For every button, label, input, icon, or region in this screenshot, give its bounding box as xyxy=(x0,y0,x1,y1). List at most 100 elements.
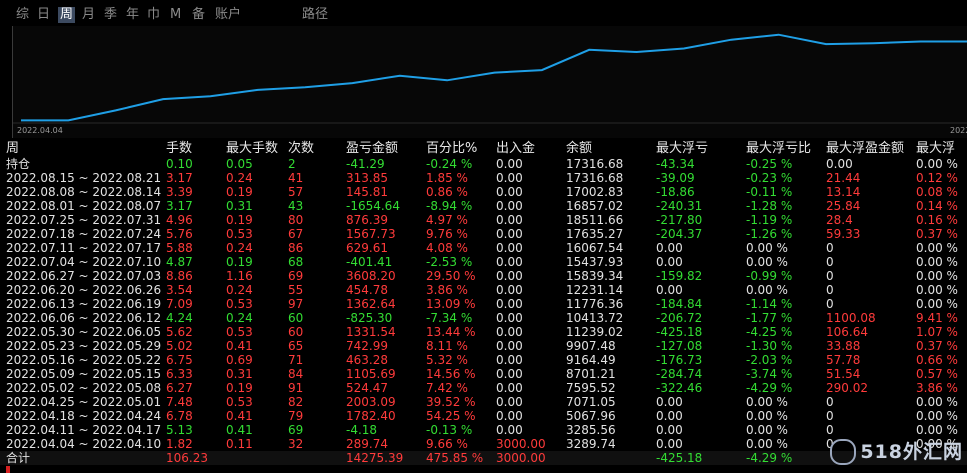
cell-maxfppct: 0.16 % xyxy=(916,213,958,227)
cell-maxddpct: 0.00 % xyxy=(746,437,788,451)
tab-2[interactable]: 周 xyxy=(58,7,76,23)
tab-0[interactable]: 综 xyxy=(16,7,29,23)
cell-pct: 0.86 % xyxy=(426,185,468,199)
cell-pnl: 524.47 xyxy=(346,381,388,395)
cell-maxfp: 0 xyxy=(826,409,834,423)
cell-flow: 0.00 xyxy=(496,185,523,199)
cell-maxlots: 0.41 xyxy=(226,409,253,423)
cell-maxfppct: 0.00 % xyxy=(916,157,958,171)
cell-pct: 29.50 % xyxy=(426,269,476,283)
cell-maxdd: -240.31 xyxy=(656,199,703,213)
cell-maxddpct: -1.30 % xyxy=(746,339,793,353)
cell-lots: 0.10 xyxy=(166,157,193,171)
column-header[interactable]: 最大浮亏 xyxy=(656,141,708,157)
cell-balance: 16857.02 xyxy=(566,199,624,213)
balance-chart: 2022.04.04 2022 xyxy=(12,26,967,138)
cell-maxfppct: 0.14 % xyxy=(916,199,958,213)
table-row[interactable]: 2022.08.15 ~ 2022.08.21 3.17 0.24 41 313.85 1… xyxy=(0,171,967,185)
table-row[interactable]: 2022.05.02 ~ 2022.05.08 6.27 0.19 91 524.47 7… xyxy=(0,381,967,395)
column-header[interactable]: 次数 xyxy=(288,141,314,157)
table-row[interactable]: 2022.08.01 ~ 2022.08.07 3.17 0.31 43 -1654.6… xyxy=(0,199,967,213)
table-row[interactable]: 2022.06.20 ~ 2022.06.26 3.54 0.24 55 454.78 3… xyxy=(0,283,967,297)
cell-maxfppct: 0.57 % xyxy=(916,367,958,381)
cell-balance: 11776.36 xyxy=(566,297,624,311)
tab-10[interactable]: 路径 xyxy=(302,7,328,23)
table-row[interactable]: 2022.07.11 ~ 2022.07.17 5.88 0.24 86 629.61 4… xyxy=(0,241,967,255)
column-header[interactable]: 最大浮 xyxy=(916,141,955,157)
table-row[interactable]: 2022.06.06 ~ 2022.06.12 4.24 0.24 60 -825.30… xyxy=(0,311,967,325)
table-row[interactable]: 2022.07.25 ~ 2022.07.31 4.96 0.19 80 876.39 4… xyxy=(0,213,967,227)
cell-pnl: 289.74 xyxy=(346,437,388,451)
cell-maxddpct: -3.74 % xyxy=(746,367,793,381)
column-header[interactable]: 盈亏金额 xyxy=(346,141,398,157)
cell-maxfp: 0 xyxy=(826,241,834,255)
table-row[interactable]: 2022.07.04 ~ 2022.07.10 4.87 0.19 68 -401.41… xyxy=(0,255,967,269)
cell-maxlots: 1.16 xyxy=(226,269,253,283)
cell-period: 2022.04.11 ~ 2022.04.17 xyxy=(6,423,162,437)
column-header[interactable]: 出入金 xyxy=(496,141,535,157)
tab-9[interactable]: 账户 xyxy=(215,7,241,23)
cell-pct: 8.11 % xyxy=(426,339,468,353)
table-row[interactable]: 2022.05.23 ~ 2022.05.29 5.02 0.41 65 742.99 8… xyxy=(0,339,967,353)
tab-8[interactable]: 备 xyxy=(192,7,205,23)
tab-3[interactable]: 月 xyxy=(82,7,95,23)
cell-maxfppct: 0.00 % xyxy=(916,283,958,297)
tab-4[interactable]: 季 xyxy=(104,7,117,23)
table-row[interactable]: 2022.04.18 ~ 2022.04.24 6.78 0.41 79 1782.40… xyxy=(0,409,967,423)
cell-flow: 0.00 xyxy=(496,199,523,213)
table-row[interactable]: 2022.08.08 ~ 2022.08.14 3.39 0.19 57 145.81 0… xyxy=(0,185,967,199)
table-row[interactable]: 2022.04.04 ~ 2022.04.10 1.82 0.11 32 289.74 9… xyxy=(0,437,967,451)
total-lots: 106.23 xyxy=(166,451,208,465)
table-row[interactable]: 2022.05.16 ~ 2022.05.22 6.75 0.69 71 463.28 5… xyxy=(0,353,967,367)
cell-pct: 7.42 % xyxy=(426,381,468,395)
cell-maxfp: 106.64 xyxy=(826,325,868,339)
cell-maxdd: -39.09 xyxy=(656,171,695,185)
tab-1[interactable]: 日 xyxy=(37,7,50,23)
cell-flow: 0.00 xyxy=(496,213,523,227)
cell-balance: 15839.34 xyxy=(566,269,624,283)
table-row[interactable]: 持仓 0.10 0.05 2 -41.29 -0.24 % 0.00 17316.68 -43.… xyxy=(0,157,967,171)
table-row[interactable]: 2022.05.09 ~ 2022.05.15 6.33 0.31 84 1105.69… xyxy=(0,367,967,381)
table-row[interactable]: 2022.04.25 ~ 2022.05.01 7.48 0.53 82 2003.09… xyxy=(0,395,967,409)
table-row[interactable]: 2022.05.30 ~ 2022.06.05 5.62 0.53 60 1331.54… xyxy=(0,325,967,339)
tab-6[interactable]: 巾 xyxy=(147,7,160,23)
cell-lots: 7.09 xyxy=(166,297,193,311)
cell-maxfp: 0.00 xyxy=(826,157,853,171)
table-row[interactable]: 2022.07.18 ~ 2022.07.24 5.76 0.53 67 1567.73… xyxy=(0,227,967,241)
cell-maxddpct: -2.03 % xyxy=(746,353,793,367)
cell-maxfp: 28.4 xyxy=(826,213,853,227)
column-header[interactable]: 最大手数 xyxy=(226,141,278,157)
cell-maxlots: 0.41 xyxy=(226,339,253,353)
table-row[interactable]: 2022.06.13 ~ 2022.06.19 7.09 0.53 97 1362.64… xyxy=(0,297,967,311)
cell-maxlots: 0.53 xyxy=(226,297,253,311)
column-header[interactable]: 周 xyxy=(6,141,19,157)
cell-count: 32 xyxy=(288,437,304,451)
column-header[interactable]: 手数 xyxy=(166,141,192,157)
cell-count: 67 xyxy=(288,227,304,241)
table-row[interactable]: 2022.06.27 ~ 2022.07.03 8.86 1.16 69 3608.20… xyxy=(0,269,967,283)
cell-flow: 0.00 xyxy=(496,353,523,367)
cell-maxddpct: -1.77 % xyxy=(746,311,793,325)
cell-lots: 5.13 xyxy=(166,423,193,437)
cell-period: 2022.05.30 ~ 2022.06.05 xyxy=(6,325,162,339)
cell-maxdd: -18.86 xyxy=(656,185,695,199)
scroll-marker[interactable] xyxy=(6,466,10,473)
cell-maxddpct: 0.00 % xyxy=(746,255,788,269)
cell-period: 2022.06.27 ~ 2022.07.03 xyxy=(6,269,162,283)
cell-maxdd: 0.00 xyxy=(656,423,683,437)
tab-7[interactable]: M xyxy=(170,7,181,23)
cell-maxfppct: 0.00 % xyxy=(916,297,958,311)
column-header[interactable]: 余额 xyxy=(566,141,592,157)
column-header[interactable]: 最大浮盈金额 xyxy=(826,141,904,157)
cell-maxfppct: 0.00 % xyxy=(916,255,958,269)
cell-maxdd: -206.72 xyxy=(656,311,703,325)
cell-maxdd: -284.74 xyxy=(656,367,703,381)
table-row[interactable]: 2022.04.11 ~ 2022.04.17 5.13 0.41 69 -4.18 -0… xyxy=(0,423,967,437)
tab-5[interactable]: 年 xyxy=(126,7,139,23)
column-header[interactable]: 最大浮亏比 xyxy=(746,141,811,157)
cell-pnl: 1782.40 xyxy=(346,409,396,423)
cell-maxdd: -184.84 xyxy=(656,297,703,311)
column-header[interactable]: 百分比% xyxy=(426,141,477,157)
cell-count: 41 xyxy=(288,171,304,185)
cell-count: 2 xyxy=(288,157,296,171)
